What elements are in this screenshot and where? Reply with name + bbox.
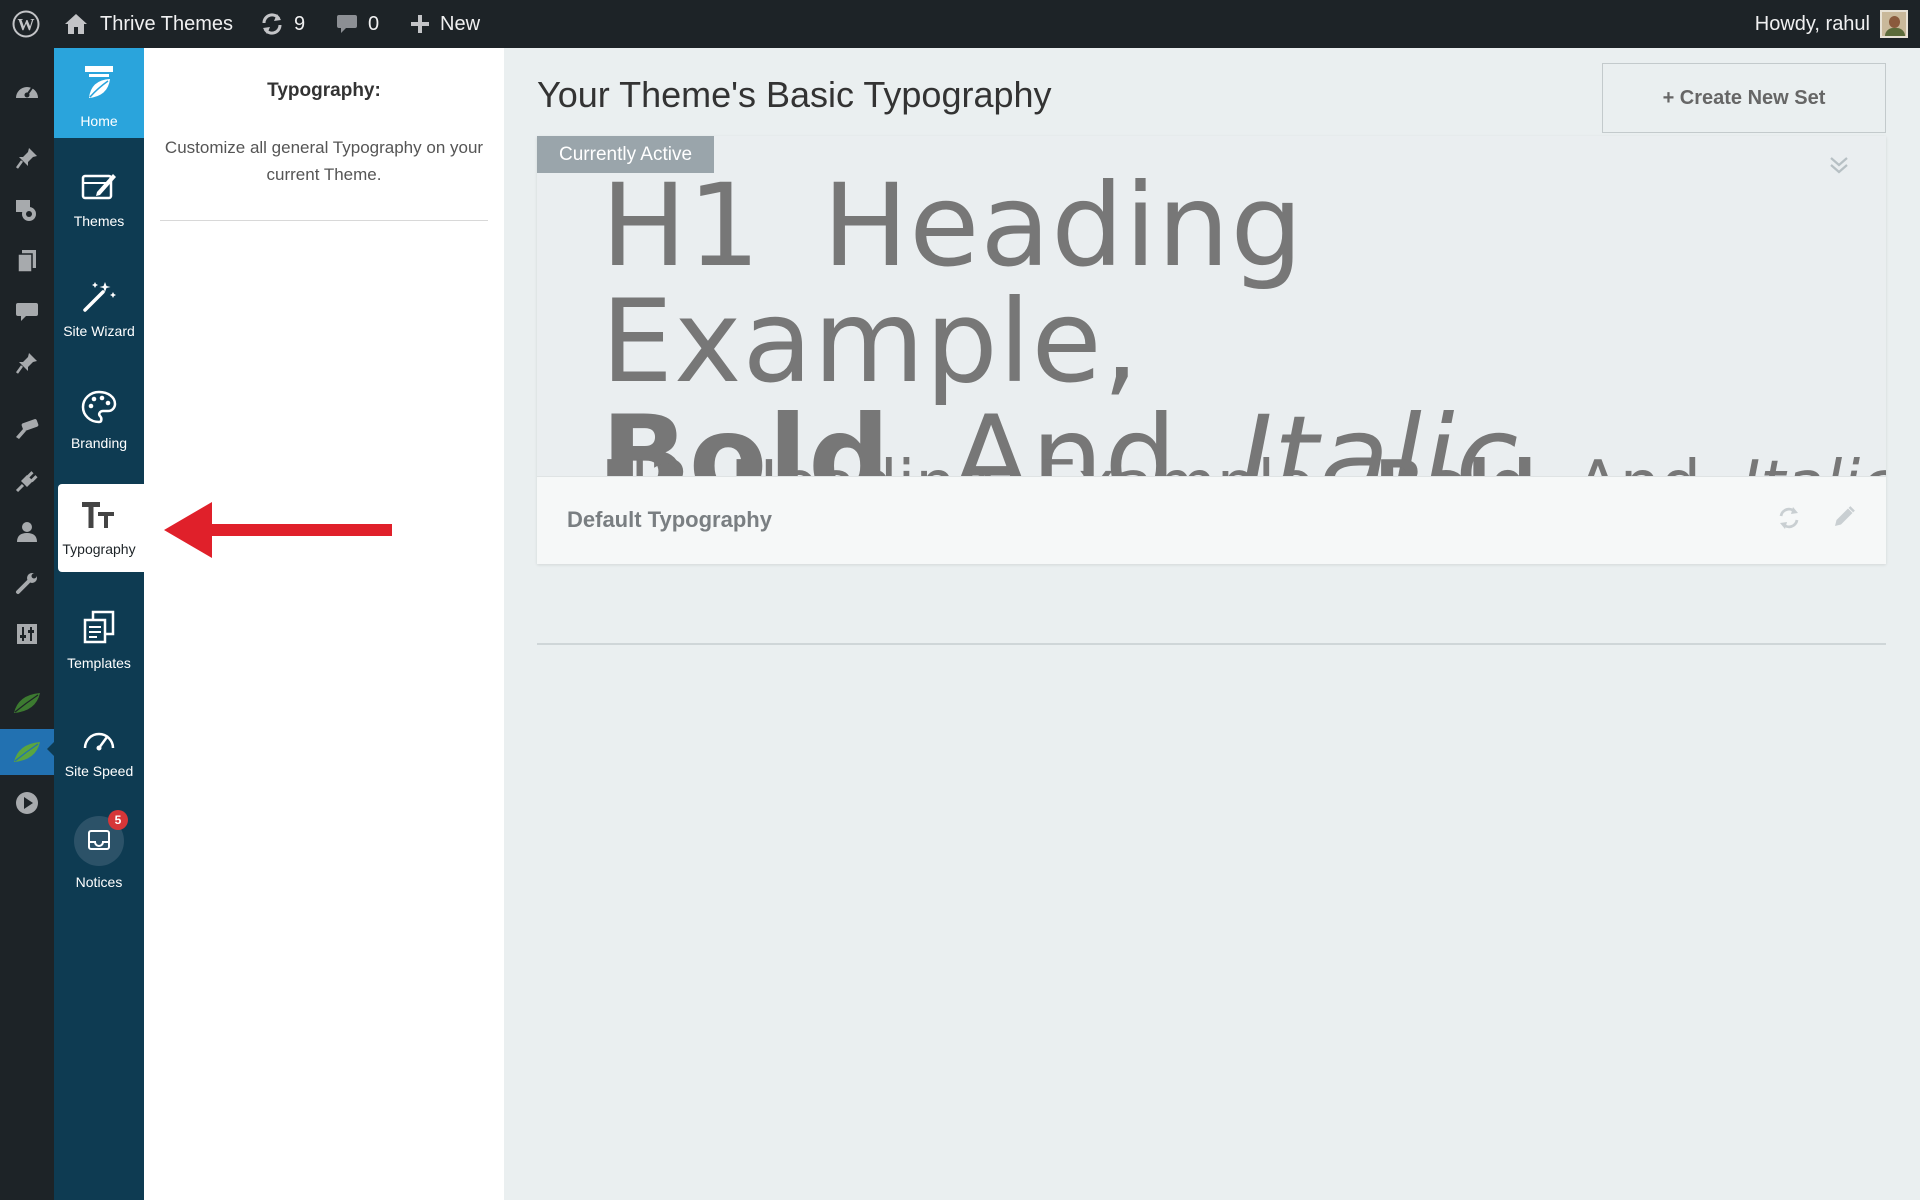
typography-set-card: H1 Heading Example, Bold And Italic H2 H…	[537, 136, 1886, 564]
thrive-home-icon	[80, 64, 118, 105]
dashboard-icon[interactable]	[0, 71, 54, 111]
wordpress-logo-icon[interactable]: W	[8, 0, 44, 48]
home-icon	[64, 13, 88, 35]
svg-text:W: W	[18, 15, 35, 34]
h1-sample-line1: H1 Heading Example,	[601, 159, 1304, 408]
info-panel-divider	[160, 220, 488, 221]
new-label: New	[440, 12, 481, 35]
inbox-icon	[87, 829, 111, 854]
plus-icon	[410, 14, 430, 34]
typography-preview: H1 Heading Example, Bold And Italic H2 H…	[537, 136, 1886, 476]
h2-sample-and: And	[1576, 448, 1701, 476]
comment-bubble-icon	[336, 13, 358, 35]
speedometer-icon	[81, 724, 117, 755]
avatar	[1880, 10, 1908, 38]
admin-bar: W Thrive Themes 9 0 New Howdy, rahul	[0, 0, 1920, 48]
create-new-set-button[interactable]: + Create New Set	[1602, 63, 1886, 133]
nav-branding-label: Branding	[70, 435, 128, 451]
video-play-icon[interactable]	[0, 783, 54, 823]
templates-icon	[81, 610, 117, 647]
nav-themes-label: Themes	[73, 213, 125, 229]
nav-notices[interactable]: 5 Notices	[54, 810, 144, 890]
settings-sliders-icon[interactable]	[0, 614, 54, 654]
info-panel-description: Customize all general Typography on your…	[164, 138, 484, 184]
updates-count: 9	[294, 12, 306, 35]
nav-templates-label: Templates	[67, 655, 131, 671]
chevron-double-down-icon[interactable]	[1828, 154, 1850, 181]
magic-wand-icon	[81, 280, 117, 315]
page-title: Your Theme's Basic Typography	[537, 74, 1052, 115]
card-footer: Default Typography	[537, 476, 1886, 564]
content-divider	[537, 643, 1886, 645]
pin-icon[interactable]	[0, 343, 54, 383]
nav-site-wizard[interactable]: Site Wizard	[54, 280, 144, 339]
howdy-greeting: Howdy, rahul	[1754, 12, 1870, 35]
comments-icon[interactable]	[0, 292, 54, 332]
users-icon[interactable]	[0, 512, 54, 552]
h2-sample-text: H2 Heading Example, Bold And Italic	[601, 450, 1886, 476]
info-panel-title: Typography:	[267, 80, 381, 101]
nav-site-wizard-label: Site Wizard	[63, 323, 135, 339]
comments-count: 0	[368, 12, 380, 35]
comments-link[interactable]: 0	[336, 0, 379, 48]
currently-active-badge: Currently Active	[537, 136, 715, 173]
edit-pencil-icon[interactable]	[1832, 505, 1856, 536]
nav-typography-label: Typography	[62, 541, 136, 557]
site-name-link[interactable]: Thrive Themes	[64, 0, 233, 48]
typography-set-name: Default Typography	[567, 507, 772, 532]
updates-link[interactable]: 9	[260, 0, 305, 48]
red-arrow-annotation	[164, 502, 392, 558]
thrive-dashboard-nav: Home Themes Site Wizard Branding Typogra…	[54, 48, 144, 1200]
new-content-link[interactable]: New	[410, 0, 480, 48]
palette-icon	[81, 390, 117, 427]
thrive-theme-leaf-icon[interactable]	[0, 729, 54, 775]
notices-circle: 5	[74, 810, 128, 866]
info-panel: Typography: Customize all general Typogr…	[144, 48, 504, 1200]
card-actions	[1776, 505, 1856, 536]
nav-notices-label: Notices	[75, 874, 123, 890]
nav-site-speed-label: Site Speed	[64, 763, 134, 779]
nav-home-label: Home	[80, 113, 118, 129]
nav-templates[interactable]: Templates	[54, 610, 144, 671]
nav-site-speed[interactable]: Site Speed	[54, 724, 144, 779]
nav-branding[interactable]: Branding	[54, 390, 144, 451]
media-icon[interactable]	[0, 190, 54, 230]
appearance-brush-icon[interactable]	[0, 409, 54, 449]
themes-icon	[81, 170, 117, 205]
updates-refresh-icon	[260, 13, 284, 35]
tools-wrench-icon[interactable]	[0, 563, 54, 603]
wp-admin-menu	[0, 48, 54, 1200]
h1-sample-text: H1 Heading Example, Bold And Italic	[601, 168, 1881, 477]
nav-home[interactable]: Home	[54, 48, 144, 138]
plugins-icon[interactable]	[0, 461, 54, 501]
h2-sample-line1: H2 Heading Example,	[601, 448, 1335, 476]
sync-icon[interactable]	[1776, 505, 1802, 536]
nav-typography[interactable]: Typography	[54, 500, 144, 557]
nav-themes[interactable]: Themes	[54, 170, 144, 229]
thrive-leaf-icon[interactable]	[0, 683, 54, 723]
pages-icon[interactable]	[0, 241, 54, 281]
posts-pin-icon[interactable]	[0, 138, 54, 178]
user-account-link[interactable]: Howdy, rahul	[1755, 0, 1908, 48]
site-name: Thrive Themes	[100, 12, 234, 35]
text-size-icon	[80, 500, 118, 533]
notices-count-badge: 5	[108, 810, 128, 830]
h2-sample-italic: Italic	[1741, 448, 1886, 476]
h2-sample-bold: Bold	[1375, 448, 1536, 476]
